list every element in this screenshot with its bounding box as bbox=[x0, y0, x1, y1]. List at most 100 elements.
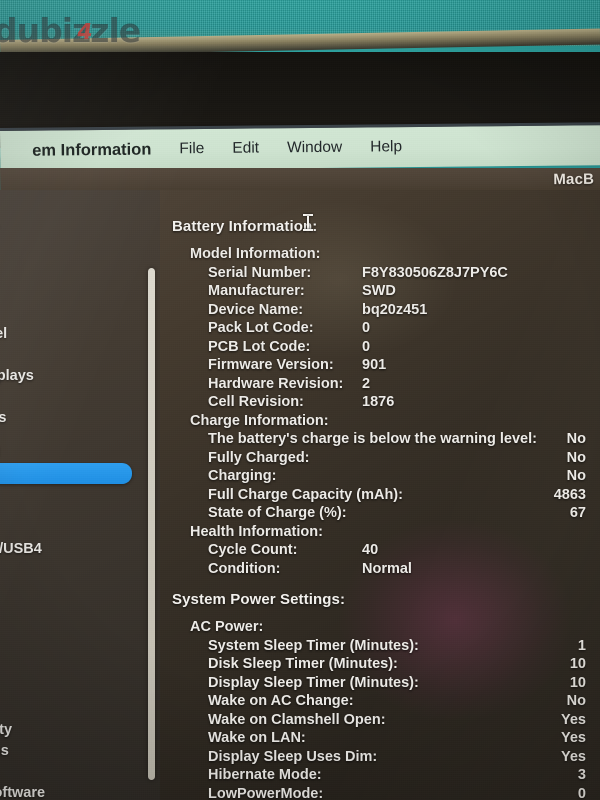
sidebar-item-diagnostics[interactable]: ostics bbox=[0, 261, 160, 282]
detail-row-key: Firmware Version: bbox=[208, 357, 334, 373]
detail-row-value: Yes bbox=[561, 711, 586, 728]
detail-row: Firmware Version: 901 bbox=[172, 356, 600, 375]
detail-row-key: Device Name: bbox=[208, 301, 304, 318]
sidebar-item-volumes[interactable]: mes bbox=[0, 636, 160, 657]
detail-row-value: bq20z451 bbox=[362, 301, 428, 318]
sidebar-item-nvmexpress[interactable]: Express bbox=[0, 408, 160, 429]
detail-row-key: Cycle Count: bbox=[208, 542, 298, 558]
detail-row: Full Charge Capacity (mAh): 4863 bbox=[172, 486, 600, 505]
detail-row-value: 1876 bbox=[362, 394, 395, 410]
detail-row-value: SWD bbox=[362, 283, 396, 299]
sidebar-item-thunderbolt-usb4[interactable]: derbolt/USB4 bbox=[0, 539, 160, 560]
detail-row-value: 3 bbox=[577, 767, 586, 783]
sidebar-item-accessibility[interactable]: essibility bbox=[0, 720, 160, 741]
model-information-rows: Serial Number: F8Y830506Z8J7PY6C Manufactu… bbox=[172, 264, 600, 412]
sidebar-item-parallel-scsi[interactable]: el SCSI bbox=[0, 442, 160, 463]
detail-row-key: Hardware Revision: bbox=[208, 375, 344, 392]
menu-item-window[interactable]: Window bbox=[287, 139, 342, 158]
sidebar-item-power[interactable]: r bbox=[0, 463, 132, 484]
menu-item-edit[interactable]: Edit bbox=[232, 140, 259, 158]
menu-item-file[interactable]: File bbox=[179, 140, 204, 158]
detail-row: Manufacturer: SWD bbox=[172, 282, 600, 301]
sidebar[interactable]: raReaderollerosticsurningnetChannelireic… bbox=[0, 190, 160, 800]
sidebar-item-disabled-software[interactable]: bled Software bbox=[0, 783, 160, 800]
sidebar-item-software[interactable]: re bbox=[0, 699, 160, 720]
detail-row-key: Display Sleep Timer (Minutes): bbox=[208, 674, 419, 691]
detail-row: Wake on Clamshell Open: Yes bbox=[172, 711, 600, 730]
ac-power-group: AC Power: bbox=[190, 619, 264, 635]
sidebar-item-firewire[interactable]: ire bbox=[0, 345, 160, 366]
detail-row-key: State of Charge (%): bbox=[208, 505, 347, 521]
detail-row-key: Manufacturer: bbox=[208, 283, 305, 299]
detail-row-value: F8Y830506Z8J7PY6C bbox=[362, 264, 508, 281]
system-power-settings-heading: System Power Settings: bbox=[172, 591, 346, 608]
sidebar-item-wi-fi[interactable]: Fi bbox=[0, 678, 160, 699]
sidebar-item-memory[interactable]: ory bbox=[0, 387, 160, 408]
detail-row-value: 67 bbox=[569, 505, 586, 521]
system-information-window: MacB raReaderollerosticsurningnetChannel… bbox=[0, 168, 600, 800]
sidebar-item-locations[interactable]: tions bbox=[0, 615, 160, 636]
sidebar-item-disc-burning[interactable]: urning bbox=[0, 282, 160, 303]
sidebar-item-applications[interactable]: lications bbox=[0, 741, 160, 762]
detail-row-value: 10 bbox=[569, 674, 586, 691]
detail-row: Fully Charged: No bbox=[172, 449, 600, 468]
detail-row-value: No bbox=[566, 468, 586, 484]
detail-row-key: Fully Charged: bbox=[208, 449, 310, 466]
sidebar-item-wwan[interactable]: AN bbox=[0, 657, 160, 678]
watermark-text: dubizzle bbox=[0, 11, 141, 50]
detail-row: Cell Revision: 1876 bbox=[172, 393, 600, 412]
sidebar-item-fibre-channel[interactable]: Channel bbox=[0, 324, 160, 345]
detail-row-value: 2 bbox=[362, 375, 371, 392]
detail-row-key: The battery's charge is below the warnin… bbox=[208, 431, 537, 447]
detail-row-key: LowPowerMode: bbox=[208, 785, 324, 800]
detail-row-value: 40 bbox=[362, 542, 379, 558]
detail-row-value: 0 bbox=[577, 785, 586, 800]
watermark: dubizzle 4 bbox=[0, 14, 224, 48]
sidebar-item-camera[interactable]: ra bbox=[0, 198, 160, 219]
detail-pane: Battery Information: Model Information: … bbox=[160, 190, 600, 800]
detail-row-key: Cell Revision: bbox=[208, 394, 304, 410]
detail-row-key: Hibernate Mode: bbox=[208, 767, 322, 783]
detail-row: Wake on AC Change: No bbox=[172, 692, 600, 711]
detail-row-value: Normal bbox=[362, 560, 412, 577]
sidebar-item-ethernet[interactable]: net bbox=[0, 303, 160, 324]
sidebar-scrollbar[interactable] bbox=[148, 268, 155, 780]
detail-row-value: 901 bbox=[362, 357, 387, 373]
battery-information-heading: Battery Information: bbox=[172, 218, 318, 235]
menu-item-help[interactable]: Help bbox=[370, 138, 402, 156]
sidebar-item-storage[interactable]: ge bbox=[0, 518, 160, 539]
sidebar-item-printers[interactable]: ers bbox=[0, 484, 160, 505]
detail-row: The battery's charge is below the warnin… bbox=[172, 430, 600, 449]
detail-row-value: No bbox=[566, 693, 586, 709]
health-information-rows: Cycle Count: 40 Condition: Normal bbox=[172, 541, 600, 578]
sidebar-item-firewall[interactable]: vall bbox=[0, 594, 160, 615]
menu-app-name[interactable]: em Information bbox=[32, 140, 151, 160]
sidebar-item-developer[interactable]: eloper bbox=[0, 762, 160, 783]
detail-row: LowPowerMode: 0 bbox=[172, 785, 600, 800]
detail-row-key: Wake on Clamshell Open: bbox=[208, 711, 386, 728]
detail-row-key: Charging: bbox=[208, 468, 277, 484]
sidebar-item-network[interactable]: k bbox=[0, 573, 160, 594]
detail-row-key: Serial Number: bbox=[208, 264, 312, 281]
detail-row-key: Wake on LAN: bbox=[208, 730, 306, 746]
sidebar-item-controller[interactable]: oller bbox=[0, 240, 160, 261]
detail-row: Pack Lot Code: 0 bbox=[172, 319, 600, 338]
model-information-group: Model Information: bbox=[190, 246, 321, 262]
detail-row: System Sleep Timer (Minutes): 1 bbox=[172, 637, 600, 656]
sidebar-item-graphics-displays[interactable]: ics/Displays bbox=[0, 366, 160, 387]
detail-row: Display Sleep Uses Dim: Yes bbox=[172, 748, 600, 767]
detail-row: Serial Number: F8Y830506Z8J7PY6C bbox=[172, 264, 600, 283]
detail-row-key: Wake on AC Change: bbox=[208, 693, 354, 709]
detail-row: State of Charge (%): 67 bbox=[172, 504, 600, 523]
detail-row-key: Disk Sleep Timer (Minutes): bbox=[208, 656, 398, 672]
detail-row-key: Display Sleep Uses Dim: bbox=[208, 748, 378, 765]
menu-bar: em Information File Edit Window Help bbox=[0, 125, 600, 171]
detail-row-value: 0 bbox=[362, 320, 371, 336]
detail-row-value: 1 bbox=[577, 637, 586, 654]
sidebar-list[interactable]: raReaderollerosticsurningnetChannelireic… bbox=[0, 198, 160, 800]
charge-information-group: Charge Information: bbox=[190, 412, 329, 429]
sidebar-item-card-reader[interactable]: Reader bbox=[0, 219, 160, 240]
detail-row: Wake on LAN: Yes bbox=[172, 729, 600, 748]
